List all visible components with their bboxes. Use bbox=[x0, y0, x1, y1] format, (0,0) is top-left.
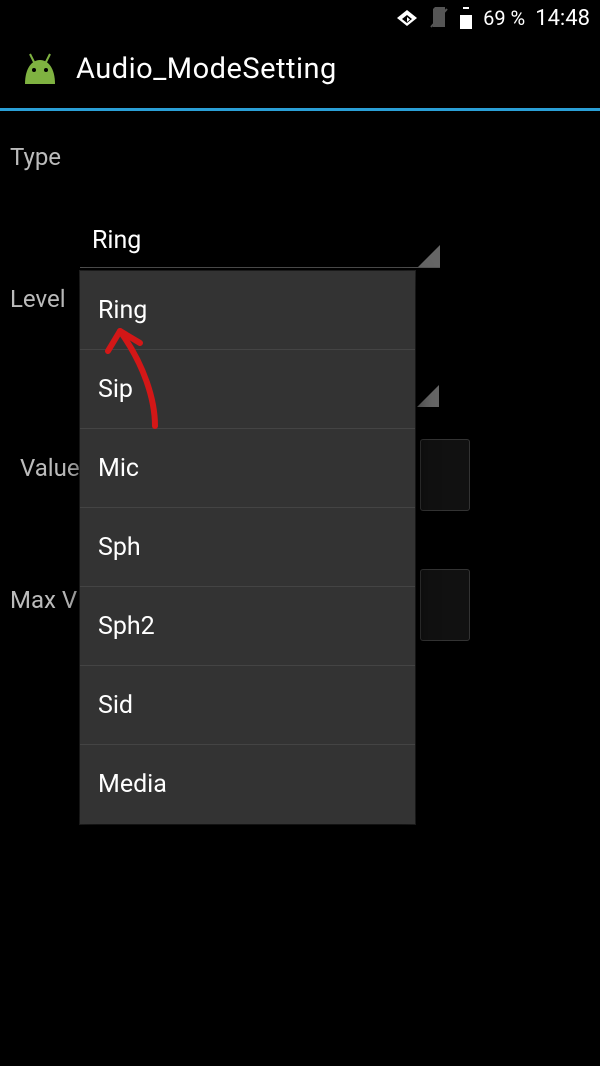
label-max: Max V bbox=[10, 586, 77, 614]
option-label: Sph2 bbox=[98, 612, 155, 641]
option-label: Sid bbox=[98, 691, 133, 720]
label-level: Level bbox=[10, 285, 66, 313]
status-bar: 69 % 14:48 bbox=[0, 0, 600, 36]
dropdown-option-sid[interactable]: Sid bbox=[80, 666, 415, 745]
value-input[interactable] bbox=[420, 439, 470, 511]
battery-percentage: 69 % bbox=[483, 6, 525, 30]
dropdown-caret-icon bbox=[417, 385, 439, 407]
option-label: Sip bbox=[98, 375, 133, 404]
wifi-icon bbox=[395, 8, 419, 28]
label-value: Value bbox=[20, 454, 80, 482]
page-title: Audio_ModeSetting bbox=[76, 52, 337, 86]
clock-time: 14:48 bbox=[535, 6, 590, 31]
dropdown-option-media[interactable]: Media bbox=[80, 745, 415, 824]
no-sim-icon bbox=[429, 7, 449, 29]
label-type: Type bbox=[10, 143, 61, 171]
battery-icon bbox=[459, 7, 473, 29]
android-icon bbox=[18, 50, 62, 88]
option-label: Media bbox=[98, 770, 167, 799]
option-label: Ring bbox=[98, 296, 147, 325]
dropdown-option-sph2[interactable]: Sph2 bbox=[80, 587, 415, 666]
type-spinner[interactable]: Ring bbox=[80, 222, 440, 268]
option-label: Sph bbox=[98, 533, 141, 562]
dropdown-option-mic[interactable]: Mic bbox=[80, 429, 415, 508]
action-bar: Audio_ModeSetting bbox=[0, 36, 600, 111]
dropdown-option-sip[interactable]: Sip bbox=[80, 350, 415, 429]
dropdown-caret-icon bbox=[418, 245, 440, 267]
dropdown-option-ring[interactable]: Ring bbox=[80, 271, 415, 350]
type-dropdown-popup: Ring Sip Mic Sph Sph2 Sid Media bbox=[80, 271, 415, 824]
settings-form: Type Level Value Max V Ring Ring Sip Mic… bbox=[0, 111, 600, 143]
max-input[interactable] bbox=[420, 569, 470, 641]
option-label: Mic bbox=[98, 454, 139, 483]
dropdown-option-sph[interactable]: Sph bbox=[80, 508, 415, 587]
type-spinner-value: Ring bbox=[80, 222, 440, 260]
